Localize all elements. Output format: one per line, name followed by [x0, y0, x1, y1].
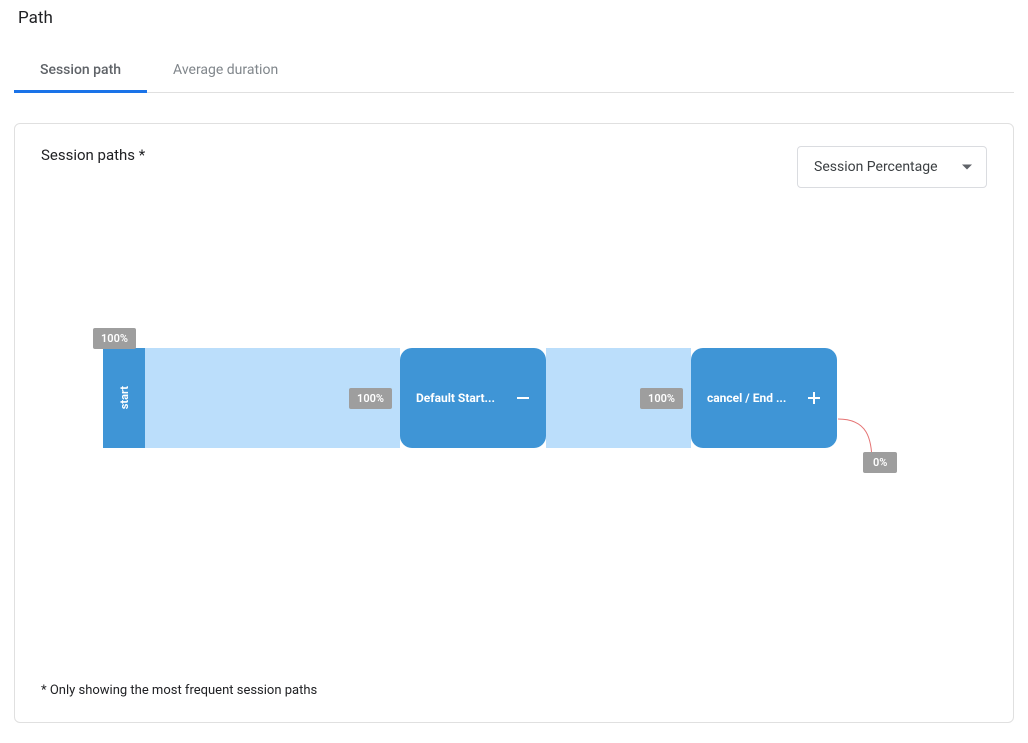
- flow-node-default-start[interactable]: Default Start...: [400, 348, 546, 448]
- tab-average-duration[interactable]: Average duration: [147, 52, 304, 93]
- tab-strip: Session path Average duration: [14, 52, 1014, 93]
- flow-connector: 100%: [546, 348, 691, 448]
- session-paths-card: Session paths * Session Percentage start…: [14, 123, 1014, 723]
- page-title: Path: [18, 8, 1014, 28]
- flow-node-cancel-end[interactable]: cancel / End ...: [691, 348, 837, 448]
- flow-connector: 100%: [145, 348, 400, 448]
- expand-icon[interactable]: [803, 387, 825, 409]
- flow-node-label: cancel / End ...: [707, 391, 786, 405]
- flow-start-incoming-pct: 100%: [93, 328, 136, 349]
- card-title: Session paths *: [41, 146, 145, 164]
- metric-select-label: Session Percentage: [814, 159, 938, 175]
- chevron-down-icon: [962, 165, 972, 170]
- collapse-icon[interactable]: [512, 387, 534, 409]
- flow-node-label: Default Start...: [416, 391, 495, 405]
- tab-session-path[interactable]: Session path: [14, 52, 147, 93]
- flow-start-label: start: [118, 386, 131, 409]
- flow-tail-pct: 0%: [863, 452, 897, 473]
- footnote: * Only showing the most frequent session…: [41, 683, 317, 698]
- metric-select[interactable]: Session Percentage: [797, 146, 987, 188]
- flow-start-node[interactable]: start 100%: [103, 348, 145, 448]
- flow-connector-pct: 100%: [349, 388, 392, 409]
- flow-connector-pct: 100%: [640, 388, 683, 409]
- flow-diagram: start 100% 100% Default Start...: [41, 328, 987, 688]
